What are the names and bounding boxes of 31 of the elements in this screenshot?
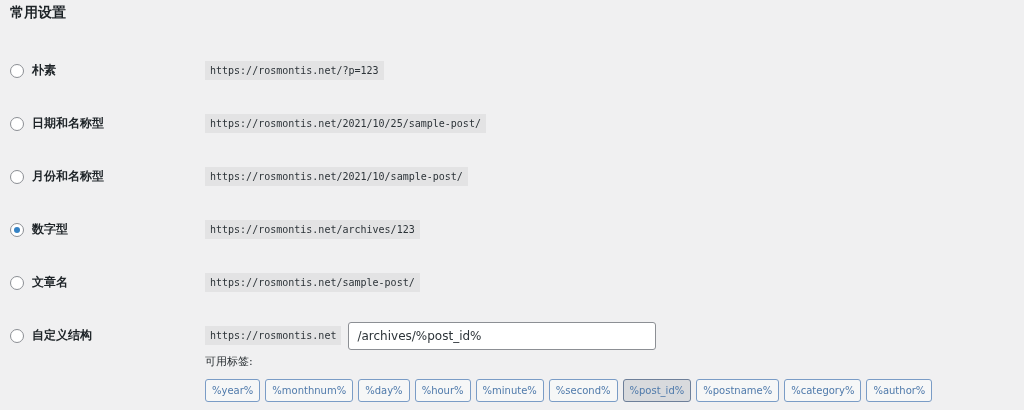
url-example: https://rosmontis.net/archives/123 <box>205 220 420 239</box>
custom-structure-field[interactable]: /archives/%post_id% <box>348 321 657 350</box>
tag-button[interactable]: %year% <box>205 379 261 402</box>
option-label: 朴素 <box>32 62 56 79</box>
tag-button[interactable]: %day% <box>358 379 410 402</box>
tag-button[interactable]: %minute% <box>475 379 544 402</box>
tags-label: 可用标签: <box>205 354 254 369</box>
url-example: https://rosmontis.net <box>205 326 342 345</box>
url-example: https://rosmontis.net/2021/10/25/sample-post/ <box>205 114 486 133</box>
url-example: https://rosmontis.net/sample-post/ <box>205 273 420 292</box>
url-example: https://rosmontis.net/?p=123 <box>205 61 384 80</box>
radio-button[interactable] <box>10 328 24 343</box>
radio-button[interactable] <box>10 222 24 237</box>
radio-button[interactable] <box>10 116 24 131</box>
tag-button[interactable]: %postname% <box>696 379 780 402</box>
tag-button[interactable]: %second% <box>548 379 618 402</box>
option-label: 数字型 <box>32 221 68 238</box>
option-label: 文章名 <box>32 274 68 291</box>
tag-button[interactable]: %post_id% <box>622 379 692 402</box>
radio-button[interactable] <box>10 275 24 290</box>
radio-button[interactable] <box>10 169 24 184</box>
tag-button[interactable]: %hour% <box>414 379 471 402</box>
option-label: 月份和名称型 <box>32 168 104 185</box>
section-heading: 常用设置 <box>10 3 67 22</box>
option-label: 自定义结构 <box>32 327 92 344</box>
tag-button[interactable]: %category% <box>784 379 862 402</box>
tag-button[interactable]: %author% <box>866 379 933 402</box>
url-example: https://rosmontis.net/2021/10/sample-post/ <box>205 167 468 186</box>
tag-button[interactable]: %monthnum% <box>265 379 354 402</box>
radio-button[interactable] <box>10 63 24 78</box>
option-label: 日期和名称型 <box>32 115 104 132</box>
